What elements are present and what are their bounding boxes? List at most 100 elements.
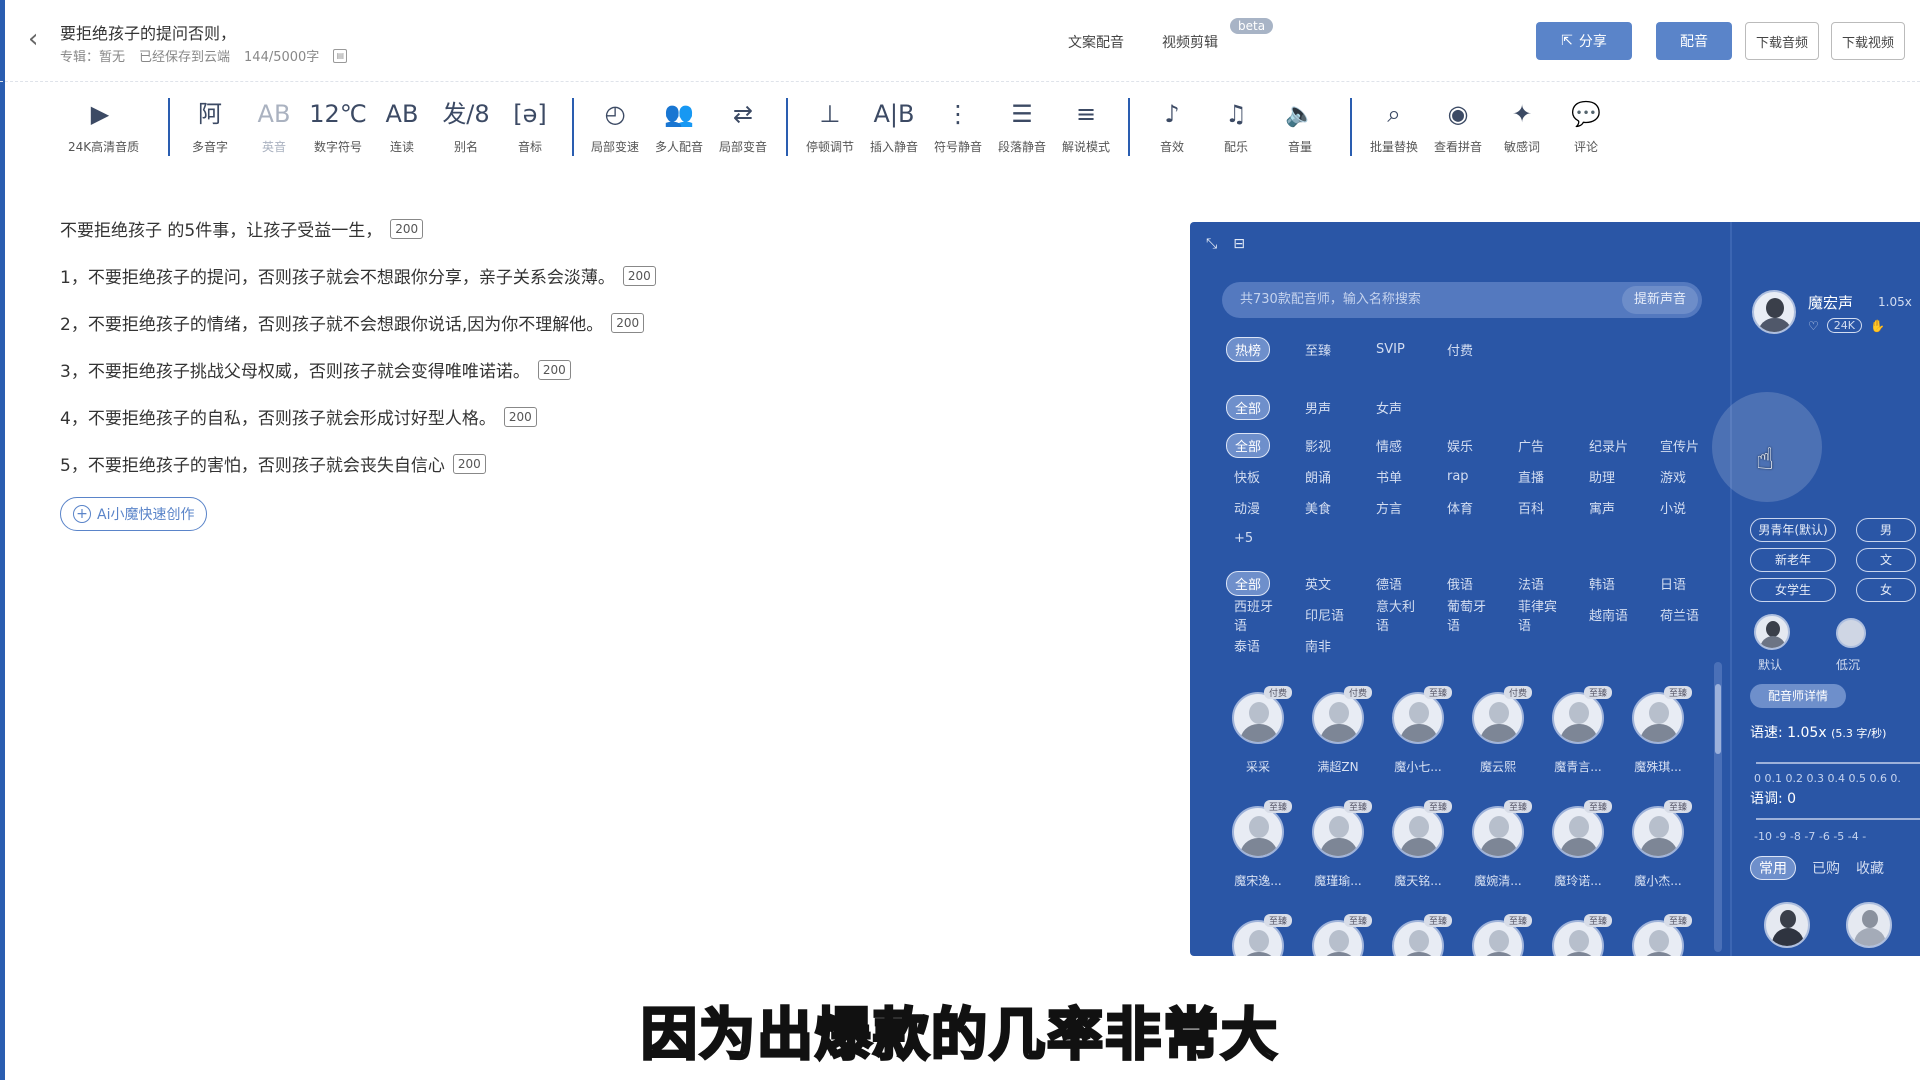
language-tab[interactable]: 英文: [1293, 568, 1364, 599]
category-tab[interactable]: 娱乐: [1435, 430, 1506, 461]
language-tab[interactable]: 葡萄牙语: [1435, 599, 1506, 634]
tier-tab[interactable]: 付费: [1435, 334, 1506, 365]
download-video-button[interactable]: 下载视频: [1831, 22, 1905, 60]
script-line-text[interactable]: 5，不要拒绝孩子的害怕，否则孩子就会丧失自信心: [60, 451, 445, 476]
tool-number[interactable]: 12℃ 数字符号: [306, 96, 370, 155]
tier-tab[interactable]: 热榜: [1222, 334, 1293, 365]
tool-insert-silence[interactable]: A|B 插入静音: [862, 96, 926, 155]
voice-card[interactable]: 付费 魔云熙: [1458, 682, 1538, 796]
tool-polyphone[interactable]: 阿多音字: [178, 96, 242, 155]
category-tab[interactable]: 宣传片: [1648, 430, 1719, 461]
script-line[interactable]: 不要拒绝孩子 的5件事，让孩子受益一生， 200: [60, 205, 656, 252]
script-line[interactable]: 2，不要拒绝孩子的情绪，否则孩子就不会想跟你说话,因为你不理解他。 200: [60, 299, 656, 346]
tool-music[interactable]: ♫ 配乐: [1204, 96, 1268, 155]
script-editor[interactable]: 不要拒绝孩子 的5件事，让孩子受益一生， 200 1，不要拒绝孩子的提问，否则孩子就…: [60, 205, 656, 531]
line-count-badge[interactable]: 200: [622, 265, 656, 286]
voice-card[interactable]: 至臻: [1218, 910, 1298, 956]
ai-quick-create-button[interactable]: + Ai小魔快速创作: [60, 497, 208, 531]
language-tab[interactable]: 泰语: [1222, 630, 1293, 661]
voice-card[interactable]: 至臻 魔玲诺...: [1538, 796, 1618, 910]
voice-card[interactable]: 至臻 魔青言...: [1538, 682, 1618, 796]
tone-slider[interactable]: [1756, 818, 1920, 820]
tier-tab[interactable]: SVIP: [1364, 334, 1435, 365]
save-icon[interactable]: ▤: [333, 48, 348, 63]
gender-tab[interactable]: 男声: [1293, 392, 1364, 423]
tab-purchased[interactable]: 已购: [1812, 858, 1840, 878]
voice-search-input[interactable]: 共730款配音师，输入名称搜索 提新声音: [1222, 282, 1702, 318]
tool-comment[interactable]: 💬 评论: [1554, 96, 1618, 155]
tool-view-pinyin[interactable]: ◉ 查看拼音: [1426, 96, 1490, 155]
script-line[interactable]: 1，不要拒绝孩子的提问，否则孩子就会不想跟你分享，亲子关系会淡薄。 200: [60, 252, 656, 299]
language-tab[interactable]: 南非: [1293, 630, 1364, 661]
tool-pause[interactable]: ⊥ 停顿调节: [798, 96, 862, 155]
line-count-badge[interactable]: 200: [611, 312, 645, 333]
category-tab[interactable]: 直播: [1506, 461, 1577, 492]
speed-slider[interactable]: [1756, 762, 1920, 764]
minimize-icon[interactable]: ⊟: [1233, 236, 1245, 252]
style-option-literary[interactable]: 文: [1856, 548, 1916, 572]
voice-detail-button[interactable]: 配音师详情: [1750, 684, 1846, 708]
tool-phonetic[interactable]: [ə] 音标: [498, 96, 562, 155]
voice-card[interactable]: 至臻 魔殊琪...: [1618, 682, 1698, 796]
tool-voice-change[interactable]: ⇄ 局部变音: [711, 96, 775, 155]
document-title[interactable]: 要拒绝孩子的提问否则，: [60, 20, 236, 44]
line-count-badge[interactable]: 200: [390, 218, 424, 239]
script-line-text[interactable]: 3，不要拒绝孩子挑战父母权威，否则孩子就会变得唯唯诺诺。: [60, 357, 530, 382]
share-button[interactable]: ⇱ 分享: [1536, 22, 1632, 60]
language-tab[interactable]: 日语: [1648, 568, 1719, 599]
style-option-female-student[interactable]: 女学生: [1750, 578, 1836, 602]
language-tab[interactable]: 韩语: [1577, 568, 1648, 599]
category-tab[interactable]: 小说: [1648, 492, 1719, 523]
line-count-badge[interactable]: 200: [503, 406, 537, 427]
category-tab[interactable]: +5: [1222, 523, 1293, 554]
voice-card[interactable]: 至臻: [1378, 910, 1458, 956]
emotion-low-avatar[interactable]: [1836, 618, 1866, 648]
language-tab[interactable]: 西班牙语: [1222, 599, 1293, 634]
category-tab[interactable]: 方言: [1364, 492, 1435, 523]
voice-card[interactable]: 至臻: [1298, 910, 1378, 956]
tool-sound-effect[interactable]: ♪ 音效: [1140, 96, 1204, 155]
tool-symbol-silence[interactable]: ⋮ 符号静音: [926, 96, 990, 155]
voice-card[interactable]: 至臻: [1538, 910, 1618, 956]
line-count-badge[interactable]: 200: [537, 359, 571, 380]
category-tab[interactable]: 百科: [1506, 492, 1577, 523]
category-tab[interactable]: rap: [1435, 461, 1506, 492]
voice-card[interactable]: 至臻 魔小七...: [1378, 682, 1458, 796]
category-tab[interactable]: 助理: [1577, 461, 1648, 492]
category-tab[interactable]: 书单: [1364, 461, 1435, 492]
hand-icon[interactable]: ✋: [1870, 319, 1885, 333]
voice-card[interactable]: 至臻: [1458, 910, 1538, 956]
style-option-female[interactable]: 女: [1856, 578, 1916, 602]
voice-card[interactable]: 至臻 魔婉清...: [1458, 796, 1538, 910]
voice-card[interactable]: 至臻 魔小杰...: [1618, 796, 1698, 910]
gender-tab[interactable]: 女声: [1364, 392, 1435, 423]
recent-voice-avatar-1[interactable]: [1764, 902, 1810, 948]
language-tab[interactable]: 荷兰语: [1648, 599, 1719, 630]
tool-multi-voice[interactable]: 👥 多人配音: [647, 96, 711, 155]
script-line-text[interactable]: 1，不要拒绝孩子的提问，否则孩子就会不想跟你分享，亲子关系会淡薄。: [60, 263, 615, 288]
script-line-text[interactable]: 不要拒绝孩子 的5件事，让孩子受益一生，: [60, 216, 382, 241]
category-tab[interactable]: 广告: [1506, 430, 1577, 461]
script-line[interactable]: 3，不要拒绝孩子挑战父母权威，否则孩子就会变得唯唯诺诺。 200: [60, 346, 656, 393]
voice-card[interactable]: 至臻 魔天铭...: [1378, 796, 1458, 910]
category-tab[interactable]: 影视: [1293, 430, 1364, 461]
line-count-badge[interactable]: 200: [452, 453, 486, 474]
tool-volume[interactable]: 🔈 音量: [1268, 96, 1332, 155]
script-line-text[interactable]: 4，不要拒绝孩子的自私，否则孩子就会形成讨好型人格。: [60, 404, 496, 429]
category-tab[interactable]: 游戏: [1648, 461, 1719, 492]
collapse-icon[interactable]: ⤡: [1206, 236, 1217, 252]
script-line[interactable]: 4，不要拒绝孩子的自私，否则孩子就会形成讨好型人格。 200: [60, 393, 656, 440]
download-audio-button[interactable]: 下载音频: [1745, 22, 1819, 60]
style-option-young-male[interactable]: 男青年(默认): [1750, 518, 1836, 542]
language-tab[interactable]: 印尼语: [1293, 599, 1364, 630]
link-copy-dubbing[interactable]: 文案配音: [1068, 32, 1124, 52]
category-tab[interactable]: 全部: [1222, 430, 1293, 461]
tool-play[interactable]: ▶ 24K高清音质: [68, 96, 139, 155]
category-tab[interactable]: 美食: [1293, 492, 1364, 523]
category-tab[interactable]: 快板: [1222, 461, 1293, 492]
tool-sensitive-word[interactable]: ✦ 敏感词: [1490, 96, 1554, 155]
style-option-male[interactable]: 男: [1856, 518, 1916, 542]
category-tab[interactable]: 寓声: [1577, 492, 1648, 523]
category-tab[interactable]: 情感: [1364, 430, 1435, 461]
tool-paragraph-silence[interactable]: ☰ 段落静音: [990, 96, 1054, 155]
